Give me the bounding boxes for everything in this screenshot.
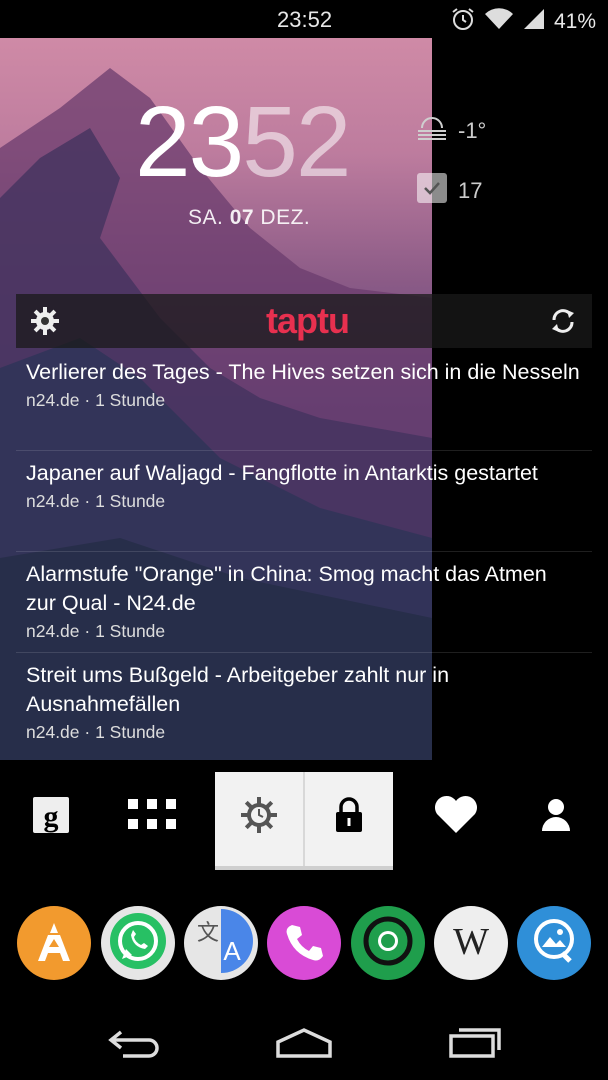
google-icon: g [31, 795, 71, 840]
recents-icon [447, 1026, 503, 1065]
back-icon [107, 1026, 163, 1065]
toggle-panel [215, 772, 393, 870]
news-title: Verlierer des Tages - The Hives setzen s… [26, 360, 580, 384]
news-meta: n24.de · 1 Stunde [26, 390, 166, 410]
news-title: Alarmstufe "Orange" in China: Smog macht… [26, 562, 547, 615]
app-drawer-icon [128, 798, 176, 836]
app-drawer-button[interactable] [107, 772, 197, 862]
status-time: 23:52 [277, 7, 333, 32]
refresh-icon[interactable] [548, 306, 578, 341]
gallery-app[interactable] [517, 906, 591, 980]
news-title: Streit ums Bußgeld - Arbeitgeber zahlt n… [26, 663, 450, 716]
taptu-logo: taptu [266, 300, 350, 341]
translate-app[interactable]: 文A [184, 906, 258, 980]
home-icon [274, 1026, 334, 1065]
news-item[interactable]: Japaner auf Waljagd - Fangflotte in Anta… [16, 451, 592, 552]
whatsapp-app[interactable] [101, 906, 175, 980]
date-number: 07 [229, 206, 255, 229]
heart-icon [433, 795, 479, 840]
svg-text:文: 文 [197, 921, 219, 946]
brightness-button[interactable] [215, 772, 303, 862]
gear-icon[interactable] [30, 306, 60, 341]
date-label: SA. 07 DEZ. [188, 206, 310, 230]
news-meta: n24.de · 1 Stunde [26, 491, 166, 511]
quick-toolbar: g [0, 772, 608, 870]
brightness-icon [239, 795, 279, 840]
news-title: Japaner auf Waljagd - Fangflotte in Anta… [26, 461, 538, 485]
contacts-button[interactable] [511, 772, 601, 862]
gallery-icon [528, 915, 580, 972]
news-item[interactable]: Verlierer des Tages - The Hives setzen s… [16, 350, 592, 451]
wikipedia-app[interactable]: W [434, 906, 508, 980]
taptu-widget-header: taptu [16, 294, 592, 348]
lock-button[interactable] [305, 772, 393, 862]
app-dock: 文A W [0, 906, 608, 982]
status-bar: 23:52 41% [0, 0, 608, 38]
battery-level: 41% [553, 9, 596, 33]
signal-icon [522, 7, 546, 36]
home-button[interactable] [259, 1020, 349, 1070]
whatsapp-icon [108, 911, 168, 976]
svg-text:A: A [223, 936, 241, 966]
chrome-app[interactable] [351, 906, 425, 980]
svg-text:g: g [44, 800, 59, 833]
svg-text:W: W [453, 921, 489, 963]
clock-widget[interactable]: 2352 [135, 92, 351, 192]
fog-weather-icon [416, 114, 448, 148]
phone-app[interactable] [267, 906, 341, 980]
chrome-icon [358, 911, 418, 976]
contact-icon [540, 797, 572, 838]
alarm-icon [450, 6, 476, 37]
recents-button[interactable] [430, 1020, 520, 1070]
news-item[interactable]: Alarmstufe "Orange" in China: Smog macht… [16, 552, 592, 653]
favorites-button[interactable] [411, 772, 501, 862]
clock-hours: 23 [135, 86, 244, 198]
news-list: Verlierer des Tages - The Hives setzen s… [16, 350, 592, 753]
back-button[interactable] [90, 1020, 180, 1070]
wifi-icon [484, 7, 514, 36]
date-month: DEZ. [260, 206, 311, 229]
appstore-star-icon [32, 919, 76, 968]
tasks-widget[interactable]: 17 [416, 172, 482, 210]
google-search-button[interactable]: g [6, 772, 96, 862]
lock-icon [334, 796, 364, 838]
translate-icon: 文A [188, 908, 254, 979]
news-item[interactable]: Streit ums Bußgeld - Arbeitgeber zahlt n… [16, 653, 592, 753]
tasks-count: 17 [458, 178, 483, 203]
app-store-app[interactable] [17, 906, 91, 980]
phone-icon [284, 921, 324, 966]
checkbox-icon [416, 172, 448, 210]
navigation-bar [0, 1000, 608, 1080]
temperature: -1° [458, 118, 487, 143]
clock-minutes: 52 [242, 86, 351, 198]
date-day: SA. [188, 206, 224, 229]
news-meta: n24.de · 1 Stunde [26, 621, 166, 641]
wikipedia-icon: W [446, 916, 496, 971]
weather-widget[interactable]: -1° [416, 114, 486, 148]
news-meta: n24.de · 1 Stunde [26, 722, 166, 742]
